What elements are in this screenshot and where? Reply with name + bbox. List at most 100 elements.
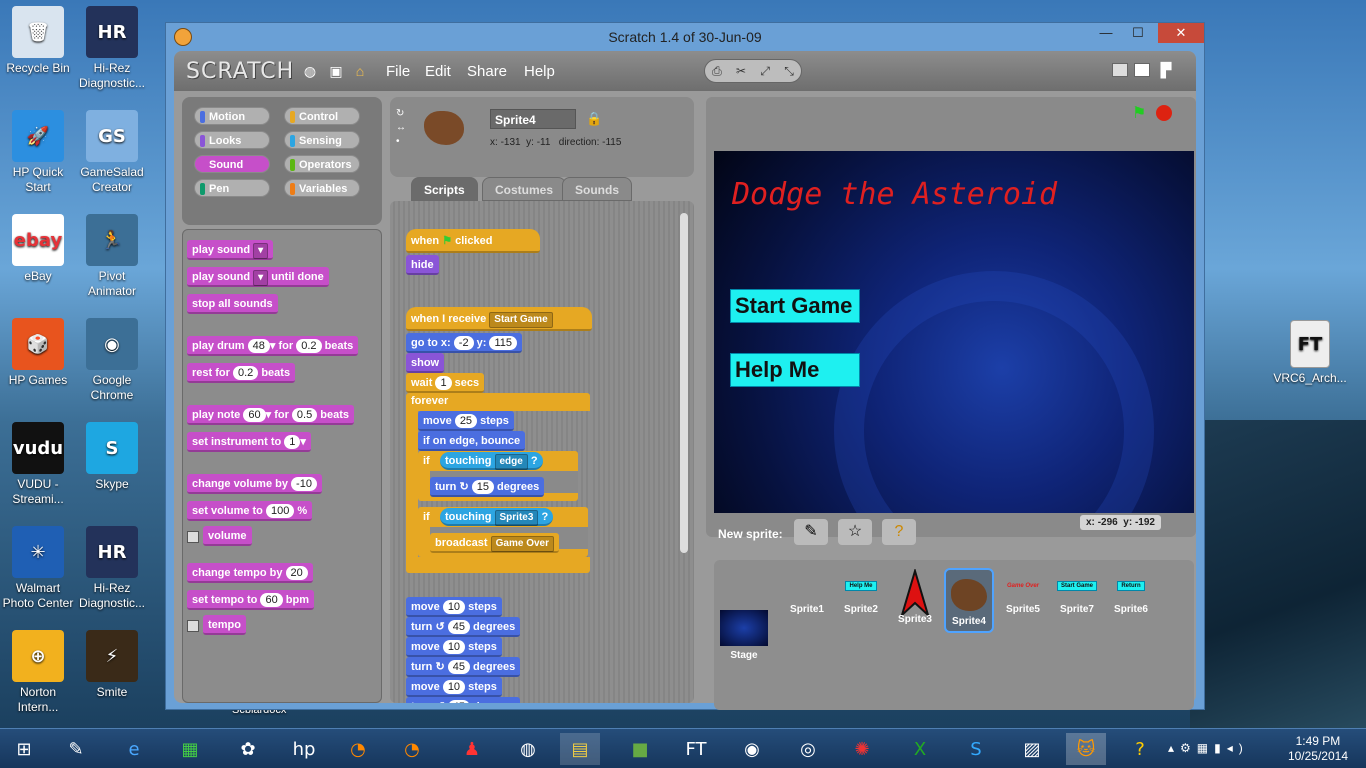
category-sound[interactable]: Sound [194,155,270,173]
desktop-icon[interactable]: 🏃 Pivot Animator [74,214,150,299]
stage-thumbnail[interactable] [720,610,768,646]
stop-button[interactable] [1156,105,1172,121]
taskbar-explorer-icon[interactable]: ▤ [560,733,600,765]
touching-edge-condition[interactable]: touching edge ? [440,452,543,470]
change-volume-block[interactable]: change volume by -10 [187,474,322,494]
taskbar-store-icon[interactable]: ▦ [170,733,210,765]
set-tempo-block[interactable]: set tempo to 60 bpm [187,590,315,610]
loose-motion-block[interactable]: move 10 steps [406,677,502,697]
when-flag-clicked-block[interactable]: when ⚑ clicked [406,229,540,253]
title-bar[interactable]: Scratch 1.4 of 30-Jun-09 — ☐ ✕ [166,23,1204,51]
menu-help[interactable]: Help [524,63,555,80]
category-looks[interactable]: Looks [194,131,270,149]
scripts-scrollbar[interactable] [680,213,688,553]
tempo-checkbox[interactable] [187,620,199,632]
taskbar-excel-icon[interactable]: X [900,733,940,765]
taskbar-blender2-icon[interactable]: ◔ [392,733,432,765]
rest-for-block[interactable]: rest for 0.2 beats [187,363,296,383]
lock-icon[interactable]: 🔒 [586,111,602,127]
category-pen[interactable]: Pen [194,179,270,197]
globe-icon[interactable]: ◍ [302,63,318,79]
taskbar-gamesalad-icon[interactable]: ◍ [508,733,548,765]
loose-motion-block[interactable]: turn ↺ 45 degrees [406,697,521,703]
taskbar-cheese-icon[interactable]: ✺ [842,733,882,765]
sprite-sprite3[interactable]: Sprite3 [890,568,940,625]
desktop-icon[interactable]: 🎲 HP Games [0,318,76,388]
taskbar-chrome-icon[interactable]: ◎ [788,733,828,765]
taskbar-help-icon[interactable]: ? [1120,733,1160,765]
category-control[interactable]: Control [284,107,360,125]
desktop-icon[interactable]: ✳ Walmart Photo Center [0,526,76,611]
loose-motion-block[interactable]: move 10 steps [406,637,502,657]
move-steps-block[interactable]: move 25 steps [418,411,514,431]
desktop-icon-vrc6[interactable]: FT VRC6_Arch... [1272,320,1348,386]
stage[interactable]: Dodge the Asteroid Start Game Help Me [714,151,1194,513]
delete-tool-icon[interactable]: ✂ [736,64,746,78]
desktop-icon[interactable]: vudu VUDU - Streami... [0,422,76,507]
sprite-sprite7[interactable]: Start Game Sprite7 [1052,568,1102,615]
change-tempo-block[interactable]: change tempo by 20 [187,563,313,583]
start-game-button[interactable]: Start Game [730,289,860,323]
surprise-sprite-button[interactable]: ? [882,519,916,545]
normal-stage-icon[interactable] [1134,63,1150,77]
desktop-icon[interactable]: ◉ Google Chrome [74,318,150,403]
desktop-icon[interactable]: ⚡ Smite [74,630,150,700]
desktop-icon[interactable]: 🚀 HP Quick Start [0,110,76,195]
clock[interactable]: 1:49 PM 10/25/2014 [1288,734,1348,764]
loose-motion-block[interactable]: turn ↻ 45 degrees [406,657,521,677]
when-i-receive-block[interactable]: when I receive Start Game [406,307,592,331]
wait-secs-block[interactable]: wait 1 secs [406,373,485,393]
play-sound-block[interactable]: play sound ▾ [187,240,274,260]
loose-motion-block[interactable]: move 10 steps [406,597,502,617]
paint-sprite-button[interactable]: ✎ [794,519,828,545]
maximize-button[interactable]: ☐ [1124,23,1152,43]
show-block[interactable]: show [406,353,445,373]
help-me-button[interactable]: Help Me [730,353,860,387]
taskbar-ft-icon[interactable]: FT [676,733,716,765]
tab-scripts[interactable]: Scripts [411,177,478,201]
taskbar-photos-icon[interactable]: ▨ [1012,733,1052,765]
category-variables[interactable]: Variables [284,179,360,197]
desktop-icon[interactable]: GS GameSalad Creator [74,110,150,195]
sprite-name-field[interactable]: Sprite4 [490,109,576,129]
taskbar-app-icon[interactable]: ✿ [228,733,268,765]
category-operators[interactable]: Operators [284,155,360,173]
system-tray-icons[interactable]: ▴⚙▦▮◂) [1168,741,1249,755]
go-to-xy-block[interactable]: go to x: -2 y: 115 [406,333,523,353]
taskbar-pivot-icon[interactable]: ♟ [452,733,492,765]
turn-cw-block[interactable]: turn ↻ 15 degrees [430,477,545,497]
category-motion[interactable]: Motion [194,107,270,125]
stop-all-sounds-block[interactable]: stop all sounds [187,294,278,314]
sprite-sprite6[interactable]: Return Sprite6 [1106,568,1156,615]
desktop-icon[interactable]: 🗑 Recycle Bin [0,6,76,76]
desktop-icon[interactable]: ebay eBay [0,214,76,284]
duplicate-tool-icon[interactable]: ⎙ [712,64,722,79]
minimize-button[interactable]: — [1092,23,1120,43]
grow-tool-icon[interactable]: ⤢ [760,64,770,79]
touching-sprite3-condition[interactable]: touching Sprite3 ? [440,508,554,526]
presentation-mode-icon[interactable]: ▛ [1158,62,1174,78]
start-button[interactable]: ⊞ [4,733,44,765]
loose-motion-block[interactable]: turn ↺ 45 degrees [406,617,521,637]
taskbar-scratch-icon[interactable]: 🐱 [1066,733,1106,765]
desktop-icon[interactable]: ⊕ Norton Intern... [0,630,76,715]
category-sensing[interactable]: Sensing [284,131,360,149]
desktop-icon[interactable]: HR Hi-Rez Diagnostic... [74,6,150,91]
menu-share[interactable]: Share [467,63,507,80]
play-sound-until-done-block[interactable]: play sound ▾ until done [187,267,329,287]
choose-sprite-button[interactable]: ☆ [838,519,872,545]
close-button[interactable]: ✕ [1158,23,1204,43]
tab-sounds[interactable]: Sounds [562,177,632,201]
taskbar-steam-icon[interactable]: ◉ [732,733,772,765]
sprite-sprite5[interactable]: Game Over Sprite5 [998,568,1048,615]
play-drum-block[interactable]: play drum 48 ▾ for 0.2 beats [187,336,359,356]
sprite-sprite4[interactable]: Sprite4 [944,568,994,633]
share-icon[interactable]: ⌂ [352,63,368,79]
menu-file[interactable]: File [386,63,410,80]
hide-block[interactable]: hide [406,255,439,275]
menu-edit[interactable]: Edit [425,63,451,80]
taskbar-minecraft-icon[interactable]: ■ [620,733,660,765]
green-flag-button[interactable]: ⚑ [1132,103,1146,123]
volume-reporter[interactable]: volume [203,526,252,546]
sprite-sprite1[interactable]: Sprite1 [782,568,832,615]
